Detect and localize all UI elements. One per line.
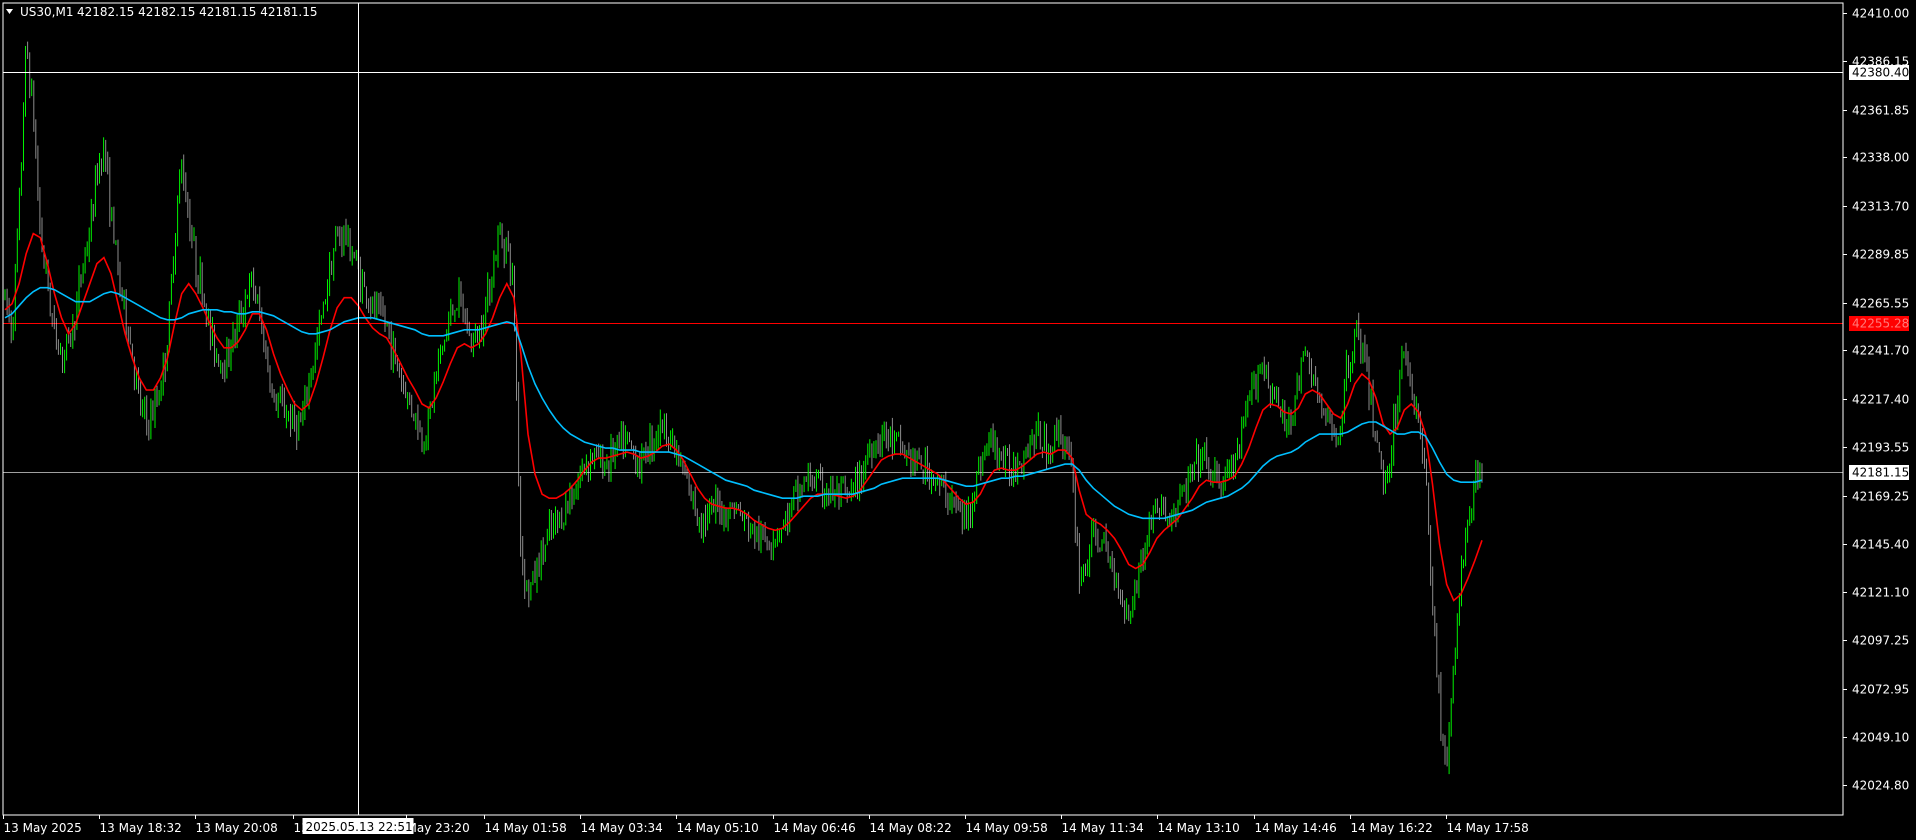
x-tick-label: 14 May 13:10 (1158, 821, 1240, 835)
y-tick-label: 42097.25 (1852, 634, 1909, 648)
crosshair-price-label: 42380.40 (1852, 66, 1909, 80)
y-tick-label: 42265.55 (1852, 297, 1909, 311)
y-tick-label: 42338.00 (1852, 151, 1909, 165)
y-tick-label: 42024.80 (1852, 779, 1909, 793)
x-tick-label: 14 May 06:46 (774, 821, 856, 835)
x-tick-label: 13 May 18:32 (100, 821, 182, 835)
x-tick-label: May 23:20 (407, 821, 470, 835)
x-tick-label: 13 May 20:08 (196, 821, 278, 835)
y-tick-label: 42241.70 (1852, 344, 1909, 358)
chart-header: US30,M1 42182.15 42182.15 42181.15 42181… (6, 5, 317, 19)
x-tick-label: 14 May 17:58 (1447, 821, 1529, 835)
y-tick-label: 42193.55 (1852, 441, 1909, 455)
x-tick-label: 13 May 2025 (4, 821, 82, 835)
x-tick-label: 14 May 03:34 (581, 821, 663, 835)
x-tick-label: 14 May 01:58 (485, 821, 567, 835)
y-tick-label: 42072.95 (1852, 683, 1909, 697)
y-tick-label: 42145.40 (1852, 538, 1909, 552)
x-tick-label: 14 May 09:58 (966, 821, 1048, 835)
y-tick-label: 42049.10 (1852, 731, 1909, 745)
symbol-label: US30,M1 (20, 5, 73, 19)
y-tick-label: 42289.85 (1852, 248, 1909, 262)
y-tick-label: 42361.85 (1852, 104, 1909, 118)
price-chart[interactable]: 42410.0042386.1542361.8542338.0042313.70… (0, 0, 1916, 840)
crosshair-time-label: 2025.05.13 22:51 (306, 820, 413, 834)
x-tick-label: 14 May 16:22 (1351, 821, 1433, 835)
y-tick-label: 42313.70 (1852, 200, 1909, 214)
y-tick-label: 42217.40 (1852, 393, 1909, 407)
y-tick-label: 42410.00 (1852, 7, 1909, 21)
x-tick-label: 14 May 05:10 (677, 821, 759, 835)
chart-area[interactable]: 42410.00 42386.15 42361.85 42338.00 42313.70… (0, 0, 1916, 840)
ohlc-readout: 42182.15 42182.15 42181.15 42181.15 (77, 5, 317, 19)
y-tick-label: 42121.10 (1852, 586, 1909, 600)
y-tick-label: 42169.25 (1852, 490, 1909, 504)
current-price-label: 42181.15 (1852, 466, 1909, 480)
x-tick-label: 14 May 14:46 (1255, 821, 1337, 835)
red-level-label: 42255.28 (1852, 317, 1909, 331)
x-tick-label: 14 May 08:22 (870, 821, 952, 835)
x-tick-label: 14 May 11:34 (1062, 821, 1144, 835)
